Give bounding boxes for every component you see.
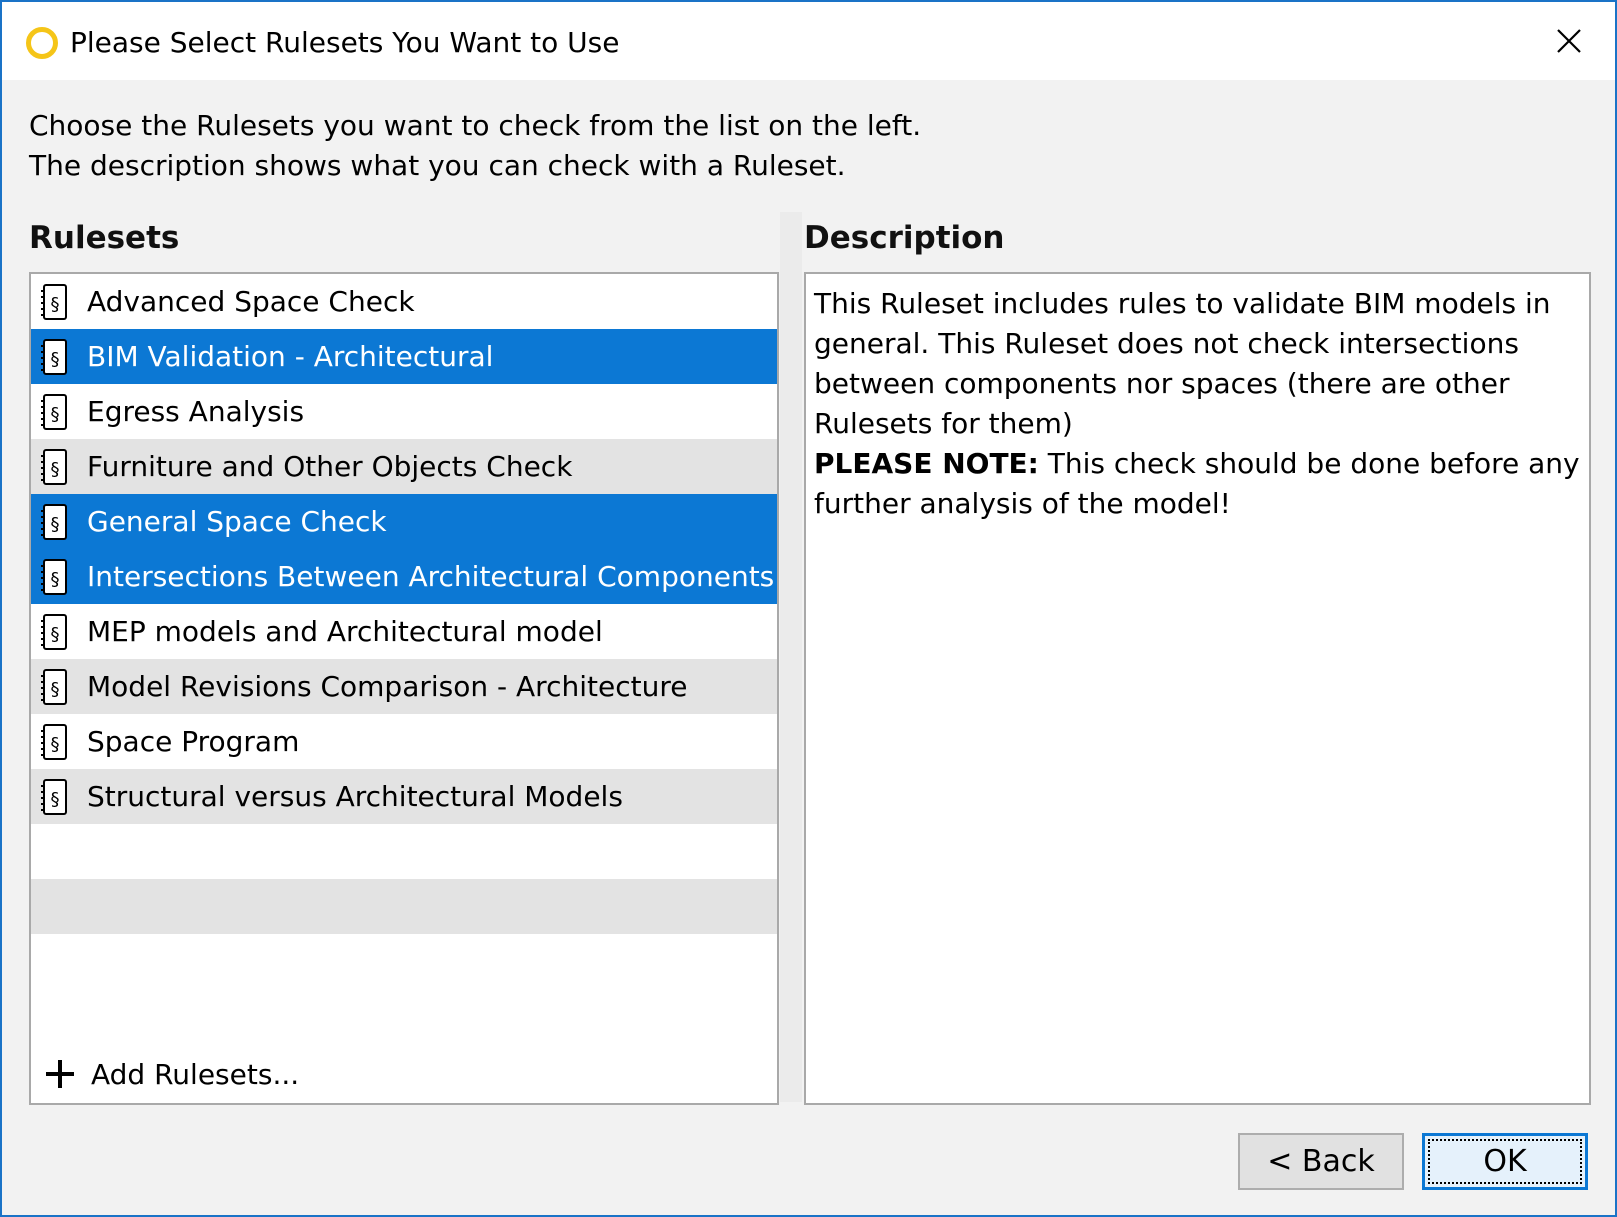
ruleset-item[interactable]: § BIM Validation - Architectural: [31, 329, 777, 384]
ruleset-document-icon: §: [39, 337, 71, 377]
instructions: Choose the Rulesets you want to check fr…: [29, 106, 921, 186]
ruleset-item[interactable]: § Structural versus Architectural Models: [31, 769, 777, 824]
svg-text:§: §: [51, 459, 60, 480]
ruleset-document-icon: §: [39, 722, 71, 762]
ruleset-item-label: Egress Analysis: [87, 394, 305, 428]
description-panel: This Ruleset includes rules to validate …: [804, 272, 1591, 1105]
description-body: This Ruleset includes rules to validate …: [814, 287, 1551, 440]
svg-text:§: §: [51, 789, 60, 810]
ruleset-document-icon: §: [39, 777, 71, 817]
svg-text:§: §: [51, 734, 60, 755]
svg-text:§: §: [51, 624, 60, 645]
ruleset-item[interactable]: § Model Revisions Comparison - Architectu…: [31, 659, 777, 714]
ok-button-label: OK: [1428, 1139, 1582, 1184]
ruleset-item[interactable]: § General Space Check: [31, 494, 777, 549]
add-rulesets-button[interactable]: Add Rulesets...: [43, 1052, 299, 1096]
panel-splitter[interactable]: [780, 212, 802, 1102]
svg-text:§: §: [51, 514, 60, 535]
svg-text:§: §: [51, 569, 60, 590]
ruleset-document-icon: §: [39, 557, 71, 597]
svg-text:§: §: [51, 294, 60, 315]
ruleset-document-icon: §: [39, 282, 71, 322]
ruleset-item[interactable]: § Furniture and Other Objects Check: [31, 439, 777, 494]
description-heading: Description: [804, 220, 1005, 256]
ruleset-document-icon: §: [39, 447, 71, 487]
svg-text:§: §: [51, 349, 60, 370]
ruleset-item-label: Space Program: [87, 724, 300, 758]
ruleset-item[interactable]: § MEP models and Architectural model: [31, 604, 777, 659]
empty-list-row: [31, 879, 777, 934]
ruleset-document-icon: §: [39, 392, 71, 432]
description-note-label: PLEASE NOTE:: [814, 447, 1039, 480]
rulesets-list[interactable]: Add Rulesets... § Advanced Space Check § BI…: [29, 272, 779, 1105]
ruleset-document-icon: §: [39, 612, 71, 652]
window-title: Please Select Rulesets You Want to Use: [70, 26, 620, 59]
yellow-ring-icon: [26, 27, 58, 59]
ruleset-item[interactable]: § Intersections Between Architectural Com…: [31, 549, 777, 604]
close-icon: [1557, 29, 1581, 53]
ruleset-item-label: General Space Check: [87, 504, 387, 538]
empty-list-row: [31, 824, 777, 879]
instructions-line-2: The description shows what you can check…: [29, 149, 846, 182]
rulesets-heading: Rulesets: [29, 220, 180, 256]
ruleset-item-label: BIM Validation - Architectural: [87, 339, 494, 373]
ruleset-item[interactable]: § Advanced Space Check: [31, 274, 777, 329]
close-button[interactable]: [1523, 2, 1615, 80]
ruleset-item-label: Intersections Between Architectural Comp…: [87, 559, 775, 593]
ruleset-item-label: Structural versus Architectural Models: [87, 779, 623, 813]
ruleset-item-label: MEP models and Architectural model: [87, 614, 603, 648]
ruleset-document-icon: §: [39, 502, 71, 542]
ruleset-item[interactable]: § Space Program: [31, 714, 777, 769]
add-rulesets-label: Add Rulesets...: [91, 1057, 300, 1091]
ruleset-item-label: Advanced Space Check: [87, 284, 415, 318]
ok-button[interactable]: OK: [1422, 1133, 1588, 1190]
svg-text:§: §: [51, 679, 60, 700]
svg-text:§: §: [51, 404, 60, 425]
title-bar: Please Select Rulesets You Want to Use: [2, 2, 1615, 80]
plus-icon: [46, 1060, 74, 1088]
ruleset-item-label: Furniture and Other Objects Check: [87, 449, 573, 483]
ruleset-item-label: Model Revisions Comparison - Architectur…: [87, 669, 688, 703]
back-button[interactable]: < Back: [1238, 1133, 1404, 1190]
dialog-window: Please Select Rulesets You Want to Use C…: [0, 0, 1617, 1217]
ruleset-document-icon: §: [39, 667, 71, 707]
ruleset-item[interactable]: § Egress Analysis: [31, 384, 777, 439]
instructions-line-1: Choose the Rulesets you want to check fr…: [29, 109, 922, 142]
